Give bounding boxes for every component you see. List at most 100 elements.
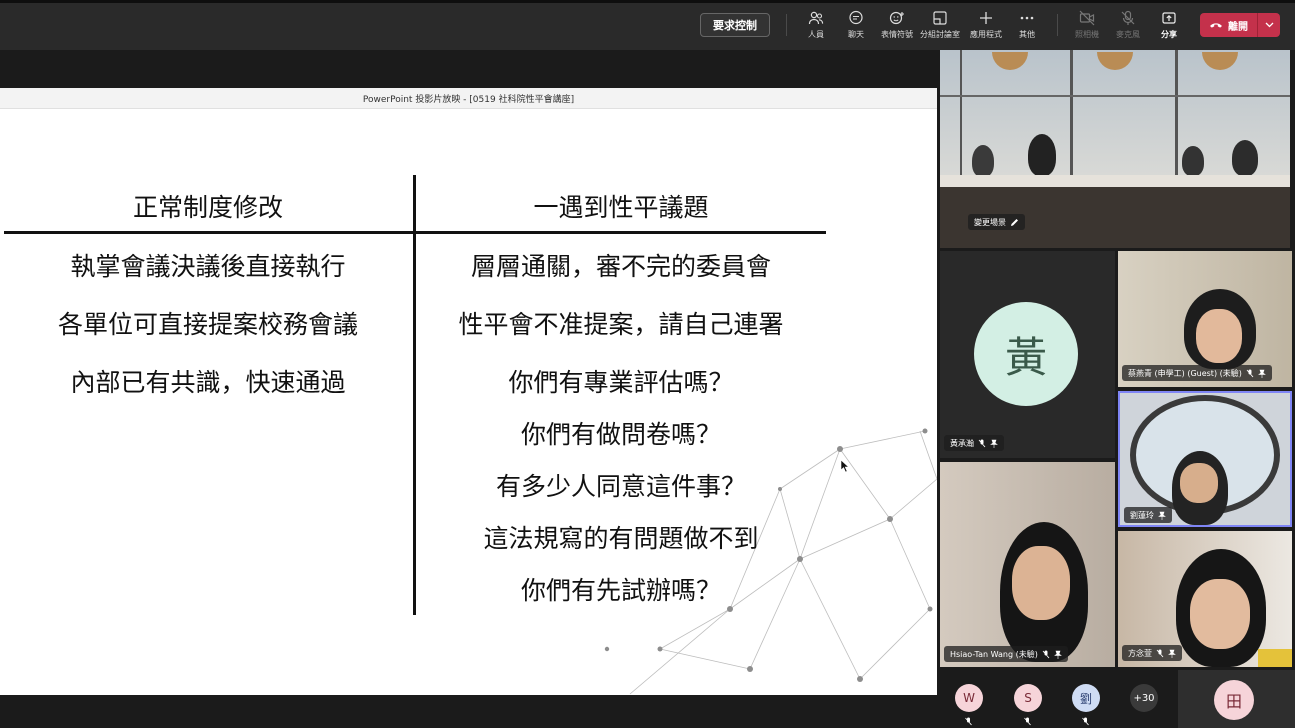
window-frame xyxy=(960,50,962,175)
request-control-button[interactable]: 要求控制 xyxy=(700,13,770,37)
more-participants-count[interactable]: +30 xyxy=(1130,684,1158,712)
pin-icon xyxy=(1168,649,1176,658)
reactions-button[interactable]: 表情符號 xyxy=(875,10,919,44)
pin-icon xyxy=(1257,369,1266,378)
right-row: 層層通關，審不完的委員會 xyxy=(470,252,771,281)
camera-off-icon xyxy=(1079,10,1095,26)
participant-name-tag: 蔡燕青 (申學工) (Guest) (未驗) xyxy=(1122,365,1272,381)
participant-face xyxy=(1012,546,1070,620)
powerpoint-window: PowerPoint 投影片放映 - [0519 社科院性平會講座] 正常制度修… xyxy=(0,88,937,695)
mic-off-icon xyxy=(965,717,972,726)
more-label: 其他 xyxy=(1019,30,1035,39)
participant-name: 蔡燕青 (申學工) (Guest) (未驗) xyxy=(1128,368,1242,378)
mic-off-icon xyxy=(1246,369,1254,377)
pencil-icon[interactable] xyxy=(1010,218,1019,227)
slide-window-title: PowerPoint 投影片放映 - [0519 社科院性平會講座] xyxy=(0,88,937,109)
share-icon xyxy=(1162,12,1176,24)
breakout-rooms-label: 分組討論室 xyxy=(920,30,960,39)
apps-icon xyxy=(980,12,992,24)
participant-name-tag: 劉蓮玲 xyxy=(1124,507,1172,523)
room-name-tag: 變更場景 xyxy=(968,214,1025,230)
window-frame xyxy=(1175,50,1178,175)
mouse-cursor-icon xyxy=(840,459,850,473)
share-button[interactable]: 分享 xyxy=(1147,10,1191,44)
room-name: 變更場景 xyxy=(974,217,1006,227)
phone-hangup-icon xyxy=(1210,23,1222,28)
mic-toggle-button[interactable]: 麥克風 xyxy=(1106,10,1150,44)
mic-off-icon xyxy=(1042,650,1050,658)
chevron-down-icon xyxy=(1265,22,1273,28)
more-icon xyxy=(1020,16,1034,20)
people-button[interactable]: 人員 xyxy=(794,10,838,44)
leave-label: 離開 xyxy=(1228,21,1248,33)
mic-off-icon xyxy=(1121,10,1135,25)
avatar[interactable]: W xyxy=(955,684,983,712)
window-frame xyxy=(940,95,1290,97)
participant-figure xyxy=(1232,140,1258,176)
video-tile-active-speaker[interactable]: 劉蓮玲 xyxy=(1118,391,1292,527)
apps-label: 應用程式 xyxy=(970,30,1002,39)
video-tile-participant[interactable]: 蔡燕青 (申學工) (Guest) (未驗) xyxy=(1118,251,1292,387)
left-row: 各單位可直接提案校務會議 xyxy=(57,310,358,339)
mic-off-icon xyxy=(1082,717,1089,726)
right-column-header: 一遇到性平議題 xyxy=(533,193,709,222)
mic-off-icon xyxy=(1024,717,1031,726)
participant-figure xyxy=(1182,146,1204,176)
chat-label: 聊天 xyxy=(848,30,864,39)
pin-icon xyxy=(1158,511,1166,520)
participant-name: 方念萱 xyxy=(1128,648,1152,658)
right-row: 這法規寫的有問題做不到 xyxy=(483,524,759,553)
video-tile-participant[interactable]: Hsiao-Tan Wang (未驗) xyxy=(940,462,1115,667)
toolbar-divider xyxy=(1057,14,1058,36)
chat-icon xyxy=(849,10,863,25)
avatar[interactable]: S xyxy=(1014,684,1042,712)
participant-name-tag: 方念萱 xyxy=(1122,645,1182,661)
left-row: 內部已有共識，快速通過 xyxy=(70,368,346,397)
right-row: 你們有做問卷嗎？ xyxy=(520,420,721,449)
video-tile-participant[interactable]: 方念萱 xyxy=(1118,531,1292,667)
right-row: 你們有專業評估嗎？ xyxy=(508,368,734,397)
reactions-label: 表情符號 xyxy=(881,30,913,39)
participant-face xyxy=(1190,579,1250,649)
leave-button[interactable]: 離開 xyxy=(1200,13,1280,37)
apps-button[interactable]: 應用程式 xyxy=(964,10,1008,44)
slide-blank-area xyxy=(0,615,413,695)
clothing xyxy=(1258,649,1292,667)
leave-main[interactable]: 離開 xyxy=(1200,18,1257,33)
camera-label: 照相機 xyxy=(1075,30,1099,39)
toolbar-divider xyxy=(786,14,787,36)
leave-options-button[interactable] xyxy=(1258,22,1280,28)
left-row: 執掌會議決議後直接執行 xyxy=(70,252,346,281)
camera-toggle-button[interactable]: 照相機 xyxy=(1065,10,1109,44)
slide-canvas: 正常制度修改 一遇到性平議題 執掌會議決議後直接執行 各單位可直接提案校務會議 … xyxy=(0,109,937,695)
right-row: 你們有先試辦嗎？ xyxy=(520,576,721,605)
participant-figure xyxy=(1028,134,1056,176)
reactions-icon xyxy=(889,11,904,25)
avatar[interactable]: 劉 xyxy=(1072,684,1100,712)
breakout-rooms-button[interactable]: 分組討論室 xyxy=(918,10,962,44)
table-header-rule xyxy=(4,231,826,234)
more-button[interactable]: 其他 xyxy=(1005,10,1049,44)
right-row: 有多少人同意這件事？ xyxy=(495,472,746,501)
participant-name: Hsiao-Tan Wang (未驗) xyxy=(950,649,1038,659)
self-view-tile[interactable]: 田 xyxy=(1178,670,1295,728)
participant-name-tag: Hsiao-Tan Wang (未驗) xyxy=(944,646,1068,662)
breakout-rooms-icon xyxy=(933,11,947,25)
pin-icon xyxy=(990,439,998,448)
participant-face xyxy=(1196,309,1242,363)
huang-name-tag: 黃承瀚 xyxy=(944,435,1004,451)
participant-name: 黃承瀚 xyxy=(950,438,974,448)
video-tile-room[interactable]: 變更場景 xyxy=(940,50,1290,248)
people-icon xyxy=(808,11,824,25)
participant-name: 劉蓮玲 xyxy=(1130,510,1154,520)
participant-figure xyxy=(972,145,994,177)
people-label: 人員 xyxy=(808,30,824,39)
stage-bottom-bar xyxy=(0,695,937,728)
conference-table xyxy=(940,175,1290,187)
pin-icon xyxy=(1053,650,1062,659)
video-tile-huang[interactable]: 黃 黃承瀚 xyxy=(940,251,1115,458)
left-column-header: 正常制度修改 xyxy=(132,193,283,222)
chat-button[interactable]: 聊天 xyxy=(834,10,878,44)
share-label: 分享 xyxy=(1161,30,1177,39)
avatar: 田 xyxy=(1214,680,1254,720)
